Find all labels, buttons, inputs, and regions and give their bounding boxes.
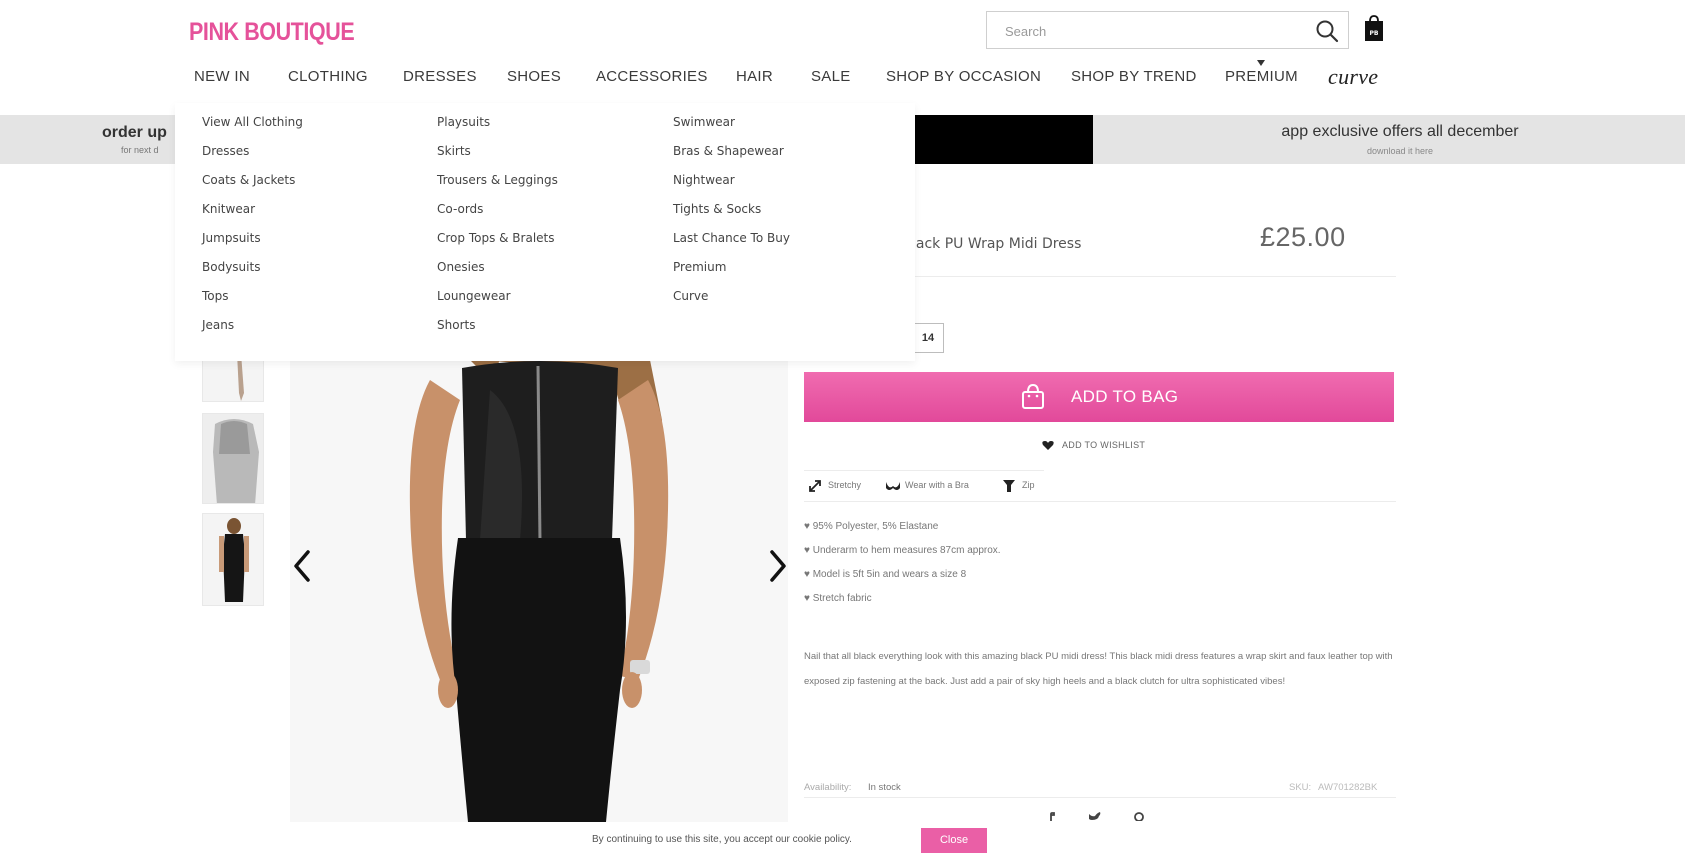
nav-sale[interactable]: SALE [811,68,851,85]
dropdown-item[interactable]: Shorts [437,318,558,347]
shopping-bag-icon[interactable]: PB [1364,14,1384,42]
promo-banner-black[interactable] [912,115,1093,164]
cookie-close-button[interactable]: Close [921,828,987,853]
product-thumbnail[interactable] [202,513,264,606]
add-to-bag-button[interactable]: ADD TO BAG [804,372,1394,422]
product-photo [290,360,788,822]
search-input[interactable] [1005,21,1285,41]
search-icon[interactable] [1314,18,1340,44]
dropdown-item[interactable]: Jeans [202,318,303,347]
nav-shop-by-occasion[interactable]: SHOP BY OCCASION [886,68,1041,85]
next-image-arrow-icon[interactable] [764,546,790,586]
divider [804,470,1044,471]
sku-value: AW701282BK [1318,782,1378,793]
dropdown-item[interactable]: Onesies [437,260,558,289]
dropdown-column-2: Playsuits Skirts Trousers & Leggings Co-… [437,115,558,347]
site-logo[interactable]: PINK BOUTIQUE [189,18,355,47]
product-thumbnail[interactable] [202,413,264,504]
promo-left-subtitle: for next d [121,145,159,155]
dropdown-item[interactable]: Co-ords [437,202,558,231]
feature-label: Zip [1022,480,1035,490]
dropdown-item[interactable]: Crop Tops & Bralets [437,231,558,260]
availability-value: In stock [868,782,901,793]
dropdown-item[interactable]: Coats & Jackets [202,173,303,202]
dropdown-item[interactable]: Bras & Shapewear [673,144,790,173]
add-to-bag-label: ADD TO BAG [1071,387,1179,406]
nav-curve[interactable]: curve [1328,64,1378,90]
dropdown-item[interactable]: Loungewear [437,289,558,318]
bullet-text: Underarm to hem measures 87cm approx. [812,545,1001,556]
dropdown-item[interactable]: Curve [673,289,790,318]
thumbnail-image [203,414,263,503]
dropdown-item[interactable]: Bodysuits [202,260,303,289]
sku-label: SKU: [1289,782,1312,793]
promo-right-title[interactable]: app exclusive offers all december [1100,123,1685,141]
dropdown-column-1: View All Clothing Dresses Coats & Jacket… [202,115,303,347]
wishlist-label: ADD TO WISHLIST [1062,440,1146,450]
cookie-notice-text: By continuing to use this site, you acce… [592,834,852,845]
thumbnail-image [203,514,263,605]
availability-label: Availability: [804,782,852,793]
bra-icon [886,482,900,490]
facebook-icon[interactable] [1045,811,1059,821]
premium-heart-icon [1257,60,1266,66]
pinterest-icon[interactable] [1132,811,1146,821]
dropdown-item[interactable]: Playsuits [437,115,558,144]
product-bullet: ♥ Stretch fabric [804,593,872,604]
dropdown-column-3: Swimwear Bras & Shapewear Nightwear Tigh… [673,115,790,318]
search-box [986,11,1349,49]
dropdown-item[interactable]: Trousers & Leggings [437,173,558,202]
nav-shoes[interactable]: SHOES [507,68,561,85]
nav-dresses[interactable]: DRESSES [403,68,477,85]
nav-clothing[interactable]: CLOTHING [288,68,368,85]
dropdown-item[interactable]: Swimwear [673,115,790,144]
dropdown-item[interactable]: Last Chance To Buy [673,231,790,260]
bullet-text: 95% Polyester, 5% Elastane [812,521,939,532]
feature-label: Wear with a Bra [905,480,969,490]
feature-label: Stretchy [828,480,862,490]
nav-premium-label: PREMIUM [1225,68,1298,85]
product-bullet: ♥ Model is 5ft 5in and wears a size 8 [804,569,967,580]
product-title: lack PU Wrap Midi Dress [912,236,1082,252]
divider [804,501,1396,502]
nav-accessories[interactable]: ACCESSORIES [596,68,708,85]
divider [804,797,1396,798]
size-option-14[interactable]: 14 [912,323,944,353]
dropdown-item[interactable]: Jumpsuits [202,231,303,260]
svg-text:PB: PB [1370,30,1379,37]
nav-new-in[interactable]: NEW IN [194,68,250,85]
dropdown-item[interactable]: Knitwear [202,202,303,231]
dropdown-item[interactable]: Tights & Socks [673,202,790,231]
product-bullet: ♥ 95% Polyester, 5% Elastane [804,521,939,532]
dropdown-item[interactable]: Dresses [202,144,303,173]
nav-premium[interactable]: PREMIUM [1225,60,1298,85]
shopping-bag-icon [1022,383,1044,409]
twitter-icon[interactable] [1088,811,1102,821]
product-price: £25.00 [1260,222,1346,252]
dropdown-item[interactable]: View All Clothing [202,115,303,144]
prev-image-arrow-icon[interactable] [290,546,316,586]
product-description: Nail that all black everything look with… [804,651,1393,687]
dropdown-item[interactable]: Skirts [437,144,558,173]
dropdown-item[interactable]: Nightwear [673,173,790,202]
heart-icon [1042,441,1054,450]
nav-hair[interactable]: HAIR [736,68,773,85]
zip-icon [1003,480,1015,492]
main-nav: NEW IN CLOTHING DRESSES SHOES ACCESSORIE… [0,60,1685,90]
clothing-dropdown-menu: View All Clothing Dresses Coats & Jacket… [175,103,915,361]
nav-shop-by-trend[interactable]: SHOP BY TREND [1071,68,1197,85]
promo-left-title[interactable]: order up [102,124,167,142]
stretch-arrows-icon [809,480,821,492]
main-product-image [290,360,788,822]
dropdown-item[interactable]: Premium [673,260,790,289]
bullet-text: Stretch fabric [812,593,872,604]
bullet-text: Model is 5ft 5in and wears a size 8 [812,569,967,580]
product-bullet: ♥ Underarm to hem measures 87cm approx. [804,545,1001,556]
dropdown-item[interactable]: Tops [202,289,303,318]
promo-right-subtitle[interactable]: download it here [1100,146,1685,156]
